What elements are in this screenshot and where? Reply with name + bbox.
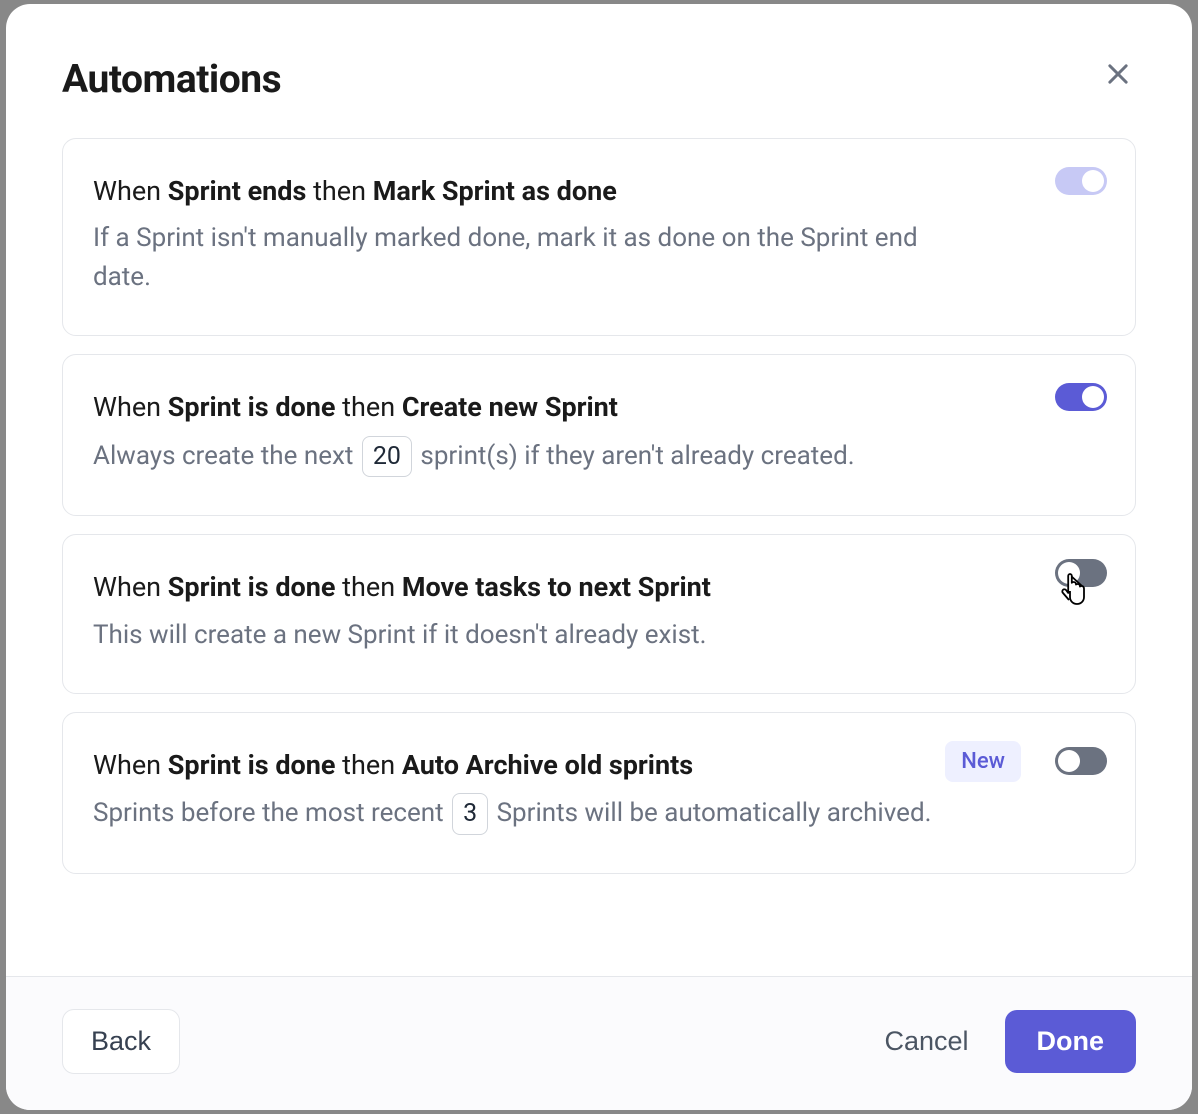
automation-right (1055, 167, 1107, 195)
automation-title: When Sprint is done then Move tasks to n… (93, 569, 965, 605)
action-bold: Mark Sprint as done (373, 175, 617, 207)
modal-body: When Sprint ends then Mark Sprint as don… (6, 138, 1192, 976)
automation-description: If a Sprint isn't manually marked done, … (93, 219, 965, 297)
automation-card-auto-archive: When Sprint is done then Auto Archive ol… (62, 712, 1136, 874)
automation-title: When Sprint ends then Mark Sprint as don… (93, 173, 965, 209)
desc-before: Sprints before the most recent (93, 798, 450, 828)
automation-description: Always create the next 20 sprint(s) if t… (93, 436, 965, 478)
modal-footer: Back Cancel Done (6, 976, 1192, 1110)
action-bold: Create new Sprint (402, 391, 618, 423)
toggle-knob (1082, 386, 1104, 408)
trigger-bold: Sprint ends (168, 175, 307, 207)
archive-count-input[interactable]: 3 (452, 793, 488, 835)
trigger-prefix: When (93, 175, 168, 207)
toggle-knob (1058, 750, 1080, 772)
automation-card-mark-done: When Sprint ends then Mark Sprint as don… (62, 138, 1136, 336)
then-text: then (335, 571, 401, 603)
close-icon (1104, 60, 1132, 88)
automation-title: When Sprint is done then Create new Spri… (93, 389, 965, 425)
automation-content: When Sprint ends then Mark Sprint as don… (93, 173, 1105, 297)
trigger-prefix: When (93, 391, 168, 423)
toggle-auto-archive[interactable] (1055, 747, 1107, 775)
trigger-prefix: When (93, 749, 168, 781)
done-button[interactable]: Done (1005, 1010, 1137, 1073)
automation-title: When Sprint is done then Auto Archive ol… (93, 747, 965, 783)
automations-modal: Automations When Sprint ends then Mark S… (6, 4, 1192, 1110)
action-bold: Move tasks to next Sprint (402, 571, 711, 603)
automation-content: When Sprint is done then Create new Spri… (93, 389, 1105, 477)
toggle-create-sprint[interactable] (1055, 383, 1107, 411)
action-bold: Auto Archive old sprints (402, 749, 693, 781)
desc-after: Sprints will be automatically archived. (490, 798, 931, 828)
then-text: then (335, 391, 401, 423)
cancel-button[interactable]: Cancel (878, 1010, 974, 1073)
automation-right (1055, 383, 1107, 411)
automation-card-move-tasks: When Sprint is done then Move tasks to n… (62, 534, 1136, 693)
new-badge: New (945, 741, 1021, 782)
automation-right (1055, 559, 1107, 587)
desc-after: sprint(s) if they aren't already created… (414, 441, 855, 471)
sprint-count-input[interactable]: 20 (362, 436, 412, 478)
toggle-move-tasks[interactable] (1055, 559, 1107, 587)
desc-before: Always create the next (93, 441, 360, 471)
trigger-bold: Sprint is done (168, 749, 336, 781)
automation-content: When Sprint is done then Move tasks to n… (93, 569, 1105, 654)
close-button[interactable] (1100, 56, 1136, 92)
trigger-bold: Sprint is done (168, 571, 336, 603)
toggle-knob (1058, 562, 1080, 584)
footer-right: Cancel Done (878, 1010, 1136, 1073)
then-text: then (335, 749, 401, 781)
modal-header: Automations (6, 4, 1192, 138)
toggle-mark-done[interactable] (1055, 167, 1107, 195)
modal-title: Automations (62, 56, 281, 102)
toggle-knob (1082, 170, 1104, 192)
automation-description: This will create a new Sprint if it does… (93, 616, 965, 655)
trigger-prefix: When (93, 571, 168, 603)
then-text: then (306, 175, 372, 207)
automation-right: New (945, 741, 1107, 782)
trigger-bold: Sprint is done (168, 391, 336, 423)
back-button[interactable]: Back (62, 1009, 180, 1074)
automation-description: Sprints before the most recent 3 Sprints… (93, 793, 965, 835)
automation-card-create-sprint: When Sprint is done then Create new Spri… (62, 354, 1136, 516)
